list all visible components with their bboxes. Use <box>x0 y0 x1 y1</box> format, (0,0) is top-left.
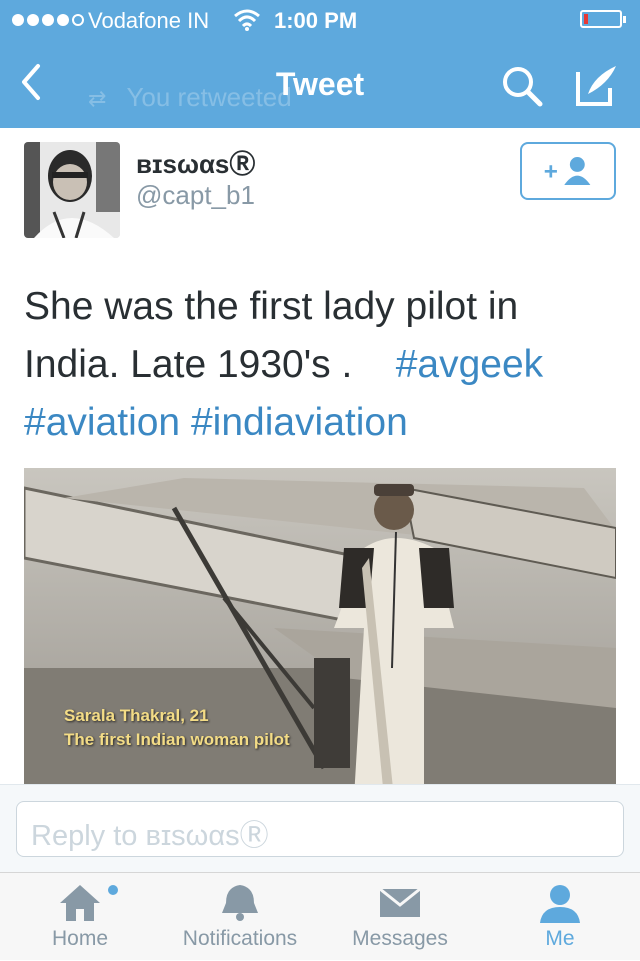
author-display-name[interactable]: ʙɪsωαsⓇ <box>136 144 255 181</box>
author-handle[interactable]: @capt_b1 <box>136 180 255 211</box>
tab-bar: Home Notifications Messages Me <box>0 872 640 960</box>
avatar[interactable] <box>24 142 120 238</box>
compose-tweet-icon[interactable] <box>574 62 620 108</box>
hashtag-link[interactable]: #indiaviation <box>191 401 408 444</box>
status-bar: Vodafone IN 1:00 PM <box>0 0 640 40</box>
signal-strength-icon <box>12 14 84 26</box>
tab-me[interactable]: Me <box>480 873 640 961</box>
bell-icon <box>222 885 258 921</box>
battery-level <box>584 14 588 24</box>
navbar: ⇄ You retweeted Tweet <box>0 40 640 128</box>
new-content-dot <box>108 885 118 895</box>
tab-home[interactable]: Home <box>0 873 160 961</box>
home-icon <box>60 885 100 921</box>
hashtag-link[interactable]: #avgeek <box>396 343 543 386</box>
page-title: Tweet <box>275 66 365 102</box>
tab-notifications[interactable]: Notifications <box>160 873 320 961</box>
search-icon[interactable] <box>500 64 544 108</box>
reply-bar: Reply to ʙɪsωαsⓇ <box>0 784 640 872</box>
tweet-text: She was the first lady pilot in India. L… <box>24 278 624 452</box>
wifi-icon <box>234 9 260 31</box>
battery-icon <box>580 10 626 28</box>
person-icon <box>540 885 580 923</box>
envelope-icon <box>379 887 421 917</box>
tweet-detail: ʙɪsωαsⓇ @capt_b1 + She was the first lad… <box>0 128 640 784</box>
reply-input[interactable]: Reply to ʙɪsωαsⓇ <box>16 801 624 857</box>
avatar-photo <box>24 142 120 238</box>
status-time: 1:00 PM <box>274 8 358 33</box>
svg-text:+: + <box>544 158 558 185</box>
tab-messages[interactable]: Messages <box>320 873 480 961</box>
tweet-photo[interactable]: Sarala Thakral, 21 The first Indian woma… <box>24 468 616 784</box>
carrier-name: Vodafone IN <box>88 8 210 33</box>
follow-button[interactable]: + <box>520 142 616 200</box>
photo-caption: Sarala Thakral, 21 The first Indian woma… <box>64 706 290 749</box>
app-header: Vodafone IN 1:00 PM ⇄ You retweeted Tweet <box>0 0 640 128</box>
hashtag-link[interactable]: #aviation <box>24 401 180 444</box>
